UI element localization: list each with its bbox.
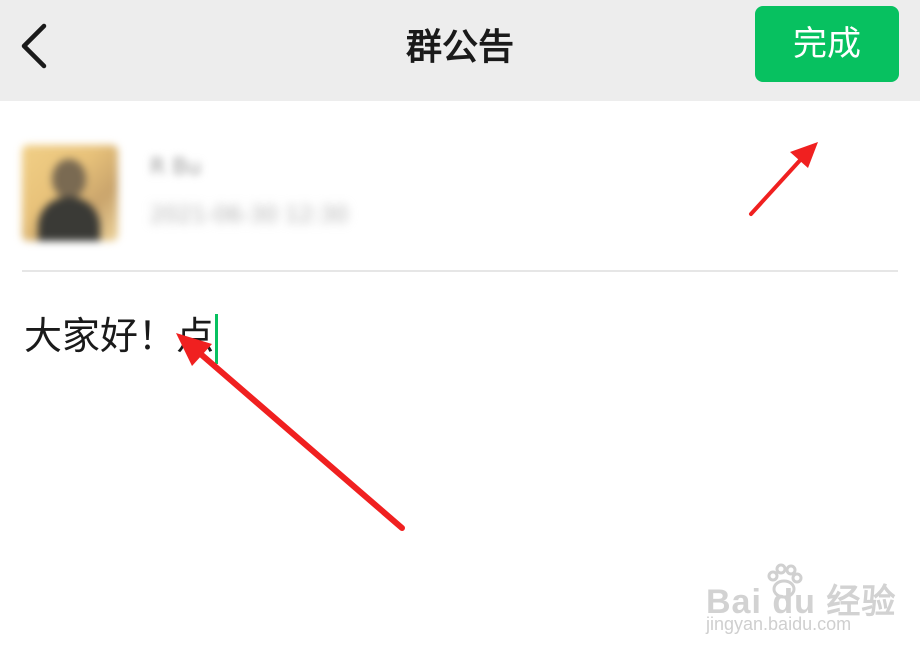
annotation-arrows (176, 142, 818, 531)
arrow-to-text-field (176, 333, 405, 531)
arrow-to-done-button (749, 142, 818, 216)
